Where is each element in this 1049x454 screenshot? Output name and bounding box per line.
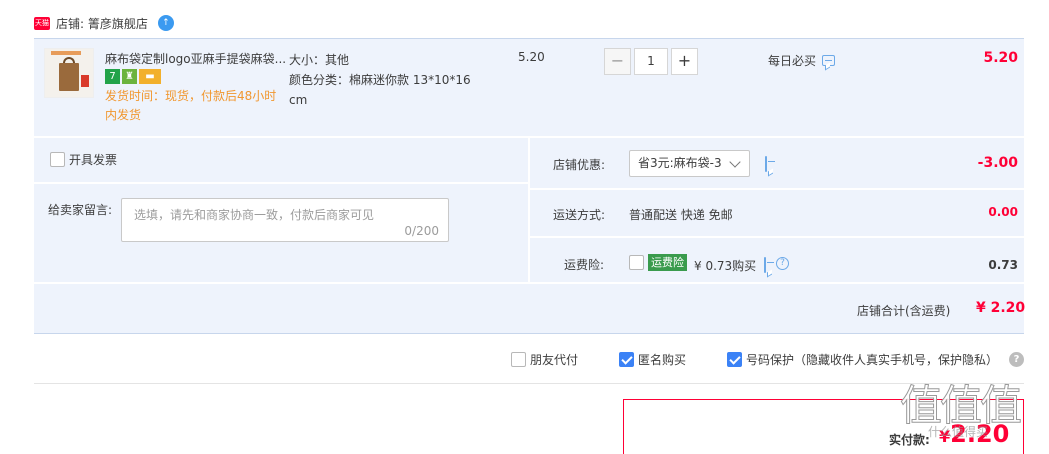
qty-increase-button[interactable]: + <box>671 48 698 75</box>
spec-color: 颜色分类：棉麻迷你款 13*10*16 cm <box>289 73 471 107</box>
product-title-link[interactable]: 麻布袋定制logo亚麻手提袋麻袋... <box>105 50 286 67</box>
item-subtotal: 5.20 <box>983 50 1018 66</box>
quantity-stepper: − 1 + <box>604 48 698 75</box>
shop-discount-label: 店铺优惠: <box>553 158 606 172</box>
shop-sum-label: 店铺合计(含运费) <box>857 304 951 318</box>
shop-discount-value: 省3元:麻布袋-3 <box>638 156 722 170</box>
invoice-checkbox[interactable] <box>50 152 65 167</box>
message-textarea[interactable]: 选填，请先和商家协商一致，付款后商家可见 0/200 <box>121 198 449 242</box>
product-spec: 大小：其他 颜色分类：棉麻迷你款 13*10*16 cm <box>289 50 479 110</box>
chat-icon[interactable] <box>822 55 836 66</box>
shop-name-link[interactable]: 店铺: 箐彦旗舰店 <box>56 15 148 32</box>
help-icon[interactable]: ? <box>1009 352 1024 367</box>
invoice-option[interactable]: 开具发票 <box>50 151 117 168</box>
help-icon[interactable]: ? <box>776 257 789 270</box>
invoice-label: 开具发票 <box>69 153 118 167</box>
number-protect-option[interactable]: 号码保护（隐藏收件人真实手机号，保护隐私） <box>727 351 998 368</box>
divider <box>34 383 1024 384</box>
anonymous-option[interactable]: 匿名购买 <box>619 351 686 368</box>
anonymous-checkbox[interactable] <box>619 352 634 367</box>
shop-header: 天猫 店铺: 箐彦旗舰店 ↑ <box>34 12 174 34</box>
insurance-badge: 运费险 <box>648 254 687 271</box>
number-protect-label: 号码保护（隐藏收件人真实手机号，保护隐私） <box>746 353 999 367</box>
shipping-value: 普通配送 快递 免邮 <box>629 208 733 222</box>
insurance-amount: 0.73 <box>988 258 1018 272</box>
unit-price: 5.20 <box>518 50 545 64</box>
spec-size: 大小：其他 <box>289 53 350 67</box>
product-thumbnail[interactable] <box>44 48 94 98</box>
wangwang-chat-icon[interactable]: ↑ <box>157 15 174 31</box>
insurance-checkbox[interactable] <box>629 255 644 270</box>
shop-sum-amount: ¥ 2.20 <box>976 300 1026 316</box>
guarantee-icon[interactable]: ♜ <box>122 69 137 84</box>
promo-label: 每日必买 <box>768 54 817 68</box>
qty-input[interactable]: 1 <box>634 48 668 75</box>
message-char-count: 0/200 <box>404 224 439 238</box>
message-label: 给卖家留言: <box>48 203 113 217</box>
pay-label: 实付款: <box>889 433 930 447</box>
card-payment-icon[interactable]: ▬ <box>139 69 161 84</box>
service-icons: 7 ♜ ▬ <box>105 69 161 84</box>
ship-time-text: 发货时间：现货，付款后48小时内发货 <box>105 89 277 122</box>
friend-pay-checkbox[interactable] <box>511 352 526 367</box>
chat-icon[interactable] <box>765 156 775 172</box>
friend-pay-option[interactable]: 朋友代付 <box>511 351 578 368</box>
shipping-label: 运送方式: <box>553 208 606 222</box>
shop-discount-amount: -3.00 <box>977 155 1018 171</box>
shop-discount-select[interactable]: 省3元:麻布袋-3 <box>629 150 750 177</box>
seven-day-return-icon[interactable]: 7 <box>105 69 120 84</box>
anonymous-label: 匿名购买 <box>638 353 687 367</box>
chevron-down-icon <box>729 156 741 168</box>
insurance-price: ¥ 0.73购买 <box>694 259 757 273</box>
qty-decrease-button[interactable]: − <box>604 48 631 75</box>
promo-tag: 每日必买 <box>768 52 836 69</box>
tmall-icon: 天猫 <box>34 16 50 30</box>
message-placeholder: 选填，请先和商家协商一致，付款后商家可见 <box>134 208 375 222</box>
insurance-label: 运费险: <box>564 258 605 272</box>
friend-pay-label: 朋友代付 <box>530 353 579 367</box>
chat-icon[interactable] <box>764 257 774 273</box>
watermark-subtext: 什么值得买 <box>928 425 989 439</box>
shipping-amount: 0.00 <box>988 205 1018 219</box>
number-protect-checkbox[interactable] <box>727 352 742 367</box>
